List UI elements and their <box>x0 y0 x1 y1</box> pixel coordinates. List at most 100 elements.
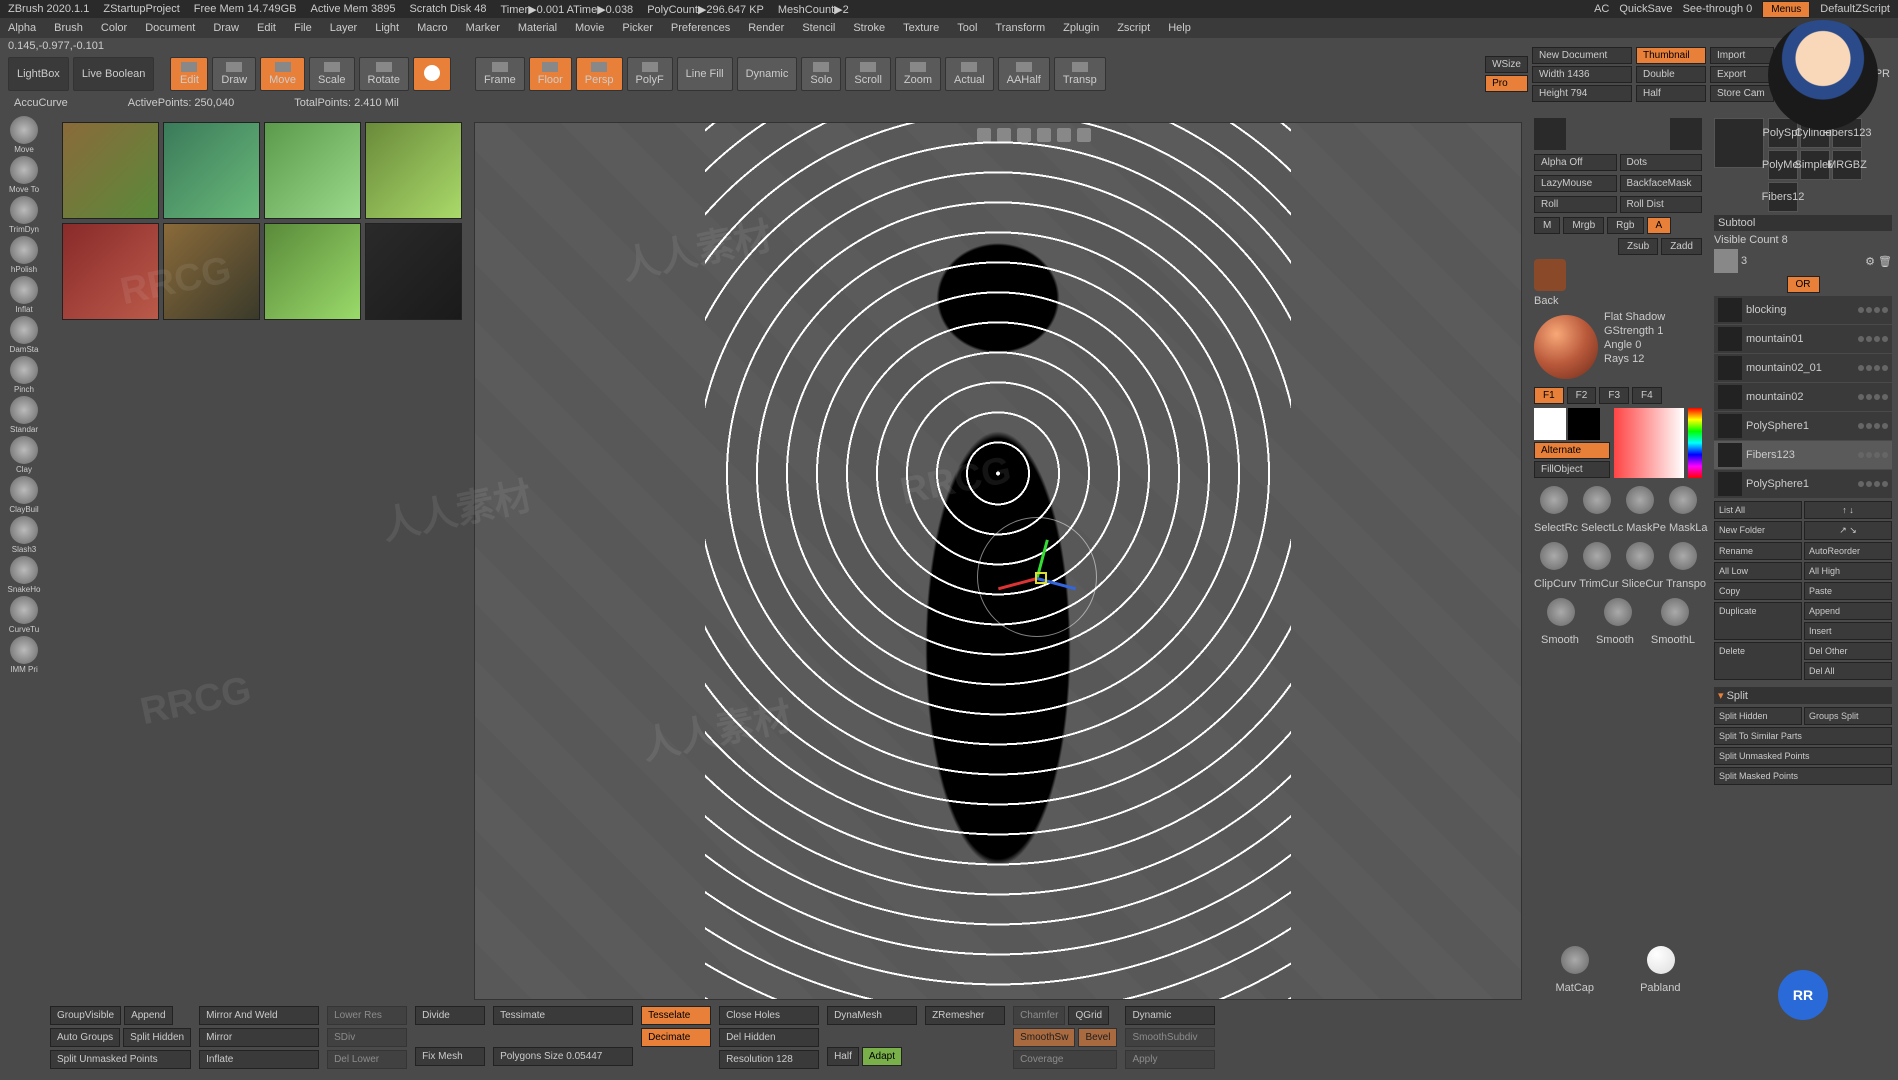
chamfer-button[interactable]: Chamfer <box>1013 1006 1065 1025</box>
polygonsize-field[interactable]: Polygons Size 0.05447 <box>493 1047 633 1066</box>
adapt-button[interactable]: Adapt <box>862 1047 902 1066</box>
smoothsw-button[interactable]: SmoothSw <box>1013 1028 1075 1047</box>
subtool-item[interactable]: mountain01 <box>1714 325 1892 353</box>
transform-gizmo[interactable] <box>977 517 1097 637</box>
material-ball[interactable] <box>1534 315 1598 379</box>
matcap-icon[interactable] <box>1561 946 1589 974</box>
selectlc-icon[interactable] <box>1583 486 1611 514</box>
brush-pinch[interactable]: Pinch <box>2 356 46 394</box>
secondary-color-swatch[interactable] <box>1568 408 1600 440</box>
export-button[interactable]: Export <box>1710 66 1774 83</box>
menu-alpha[interactable]: Alpha <box>8 22 36 34</box>
actual-button[interactable]: Actual <box>945 57 994 91</box>
color-picker[interactable] <box>1614 408 1684 478</box>
reference-image[interactable] <box>62 223 159 320</box>
alpha-off-button[interactable]: Alpha Off <box>1534 154 1617 171</box>
splithidden-button-b[interactable]: Split Hidden <box>123 1028 191 1047</box>
smooth1-icon[interactable] <box>1547 598 1575 626</box>
pro-button[interactable]: Pro <box>1485 75 1528 92</box>
menu-help[interactable]: Help <box>1168 22 1191 34</box>
stroke-thumb[interactable] <box>1670 118 1702 150</box>
transpo-icon[interactable] <box>1669 542 1697 570</box>
divide-button[interactable]: Divide <box>415 1006 485 1025</box>
decimate-button[interactable]: Decimate <box>641 1028 711 1047</box>
tesselate-button[interactable]: Tesselate <box>641 1006 711 1025</box>
height-field[interactable]: Height 794 <box>1532 85 1632 102</box>
dynamic-button-b[interactable]: Dynamic <box>1125 1006 1215 1025</box>
thumbnail-button[interactable]: Thumbnail <box>1636 47 1706 64</box>
width-field[interactable]: Width 1436 <box>1532 66 1632 83</box>
arrows-button[interactable]: ↑ ↓ <box>1804 501 1892 519</box>
sdiv-button[interactable]: SDiv <box>327 1028 407 1047</box>
tool-thumb[interactable]: PolyMes <box>1768 150 1798 180</box>
polyf-button[interactable]: PolyF <box>627 57 673 91</box>
mrgb-button[interactable]: Mrgb <box>1563 217 1604 234</box>
zadd-button[interactable]: Zadd <box>1661 238 1702 255</box>
allhigh-button[interactable]: All High <box>1804 562 1892 580</box>
pabland-icon[interactable] <box>1647 946 1675 974</box>
brush-snakeho[interactable]: SnakeHo <box>2 556 46 594</box>
viewport[interactable] <box>474 122 1522 1000</box>
tool-thumb[interactable]: Fibers12 <box>1768 182 1798 212</box>
menu-color[interactable]: Color <box>101 22 127 34</box>
brush-standard[interactable]: Standar <box>2 396 46 434</box>
menu-picker[interactable]: Picker <box>622 22 653 34</box>
brush-slash3[interactable]: Slash3 <box>2 516 46 554</box>
quicksave-button[interactable]: QuickSave <box>1619 3 1672 15</box>
menu-draw[interactable]: Draw <box>213 22 239 34</box>
menu-file[interactable]: File <box>294 22 312 34</box>
reference-image[interactable] <box>264 223 361 320</box>
menu-stencil[interactable]: Stencil <box>802 22 835 34</box>
reference-image[interactable] <box>264 122 361 219</box>
menu-zscript[interactable]: Zscript <box>1117 22 1150 34</box>
split-header[interactable]: ▾ Split <box>1714 687 1892 704</box>
splitmasked-button[interactable]: Split Masked Points <box>1714 767 1892 785</box>
closeholes-button[interactable]: Close Holes <box>719 1006 819 1025</box>
mirror-button[interactable]: Mirror <box>199 1028 319 1047</box>
f2-button[interactable]: F2 <box>1567 387 1597 404</box>
lightbox-button[interactable]: LightBox <box>8 57 69 91</box>
transp-button[interactable]: Transp <box>1054 57 1106 91</box>
default-zscript[interactable]: DefaultZScript <box>1820 3 1890 15</box>
reference-image[interactable] <box>163 223 260 320</box>
dots-button[interactable]: Dots <box>1620 154 1703 171</box>
reference-image[interactable] <box>365 122 462 219</box>
roll-button[interactable]: Roll <box>1534 196 1617 213</box>
subtool-item[interactable]: mountain02_01 <box>1714 354 1892 382</box>
folder-icon[interactable] <box>1714 249 1738 273</box>
move-button[interactable]: Move <box>260 57 305 91</box>
zsub-button[interactable]: Zsub <box>1618 238 1658 255</box>
clipcurv-icon[interactable] <box>1540 542 1568 570</box>
splitsimilar-button[interactable]: Split To Similar Parts <box>1714 727 1892 745</box>
arrows2-button[interactable]: ↗ ↘ <box>1804 521 1892 540</box>
groupssplit-button[interactable]: Groups Split <box>1804 707 1892 725</box>
wsize-button[interactable]: WSize <box>1485 56 1528 73</box>
brush-move[interactable]: Move <box>2 116 46 154</box>
gstrength-field[interactable]: GStrength 1 <box>1604 325 1702 337</box>
flatshadow-label[interactable]: Flat Shadow <box>1604 311 1702 323</box>
apply-button[interactable]: Apply <box>1125 1050 1215 1069</box>
menu-transform[interactable]: Transform <box>995 22 1045 34</box>
back-thumb[interactable] <box>1534 259 1566 291</box>
menu-document[interactable]: Document <box>145 22 195 34</box>
scroll-button[interactable]: Scroll <box>845 57 891 91</box>
alternate-button[interactable]: Alternate <box>1534 442 1610 459</box>
rgb-button[interactable]: Rgb <box>1607 217 1643 234</box>
groupvisible-button[interactable]: GroupVisible <box>50 1006 121 1025</box>
delete-button[interactable]: Delete <box>1714 642 1802 680</box>
floor-button[interactable]: Floor <box>529 57 572 91</box>
dellower-button[interactable]: Del Lower <box>327 1050 407 1069</box>
zremesher-button[interactable]: ZRemesher <box>925 1006 1005 1025</box>
frame-button[interactable]: Frame <box>475 57 525 91</box>
menu-brush[interactable]: Brush <box>54 22 83 34</box>
brush-move-to[interactable]: Move To <box>2 156 46 194</box>
tool-thumb[interactable]: PolySph <box>1768 118 1798 148</box>
menu-stroke[interactable]: Stroke <box>853 22 885 34</box>
menu-preferences[interactable]: Preferences <box>671 22 730 34</box>
liveboolean-button[interactable]: Live Boolean <box>73 57 155 91</box>
coverage-button[interactable]: Coverage <box>1013 1050 1117 1069</box>
angle-field[interactable]: Angle 0 <box>1604 339 1702 351</box>
brush-hpolish[interactable]: hPolish <box>2 236 46 274</box>
reference-image[interactable] <box>62 122 159 219</box>
hue-bar[interactable] <box>1688 408 1702 478</box>
